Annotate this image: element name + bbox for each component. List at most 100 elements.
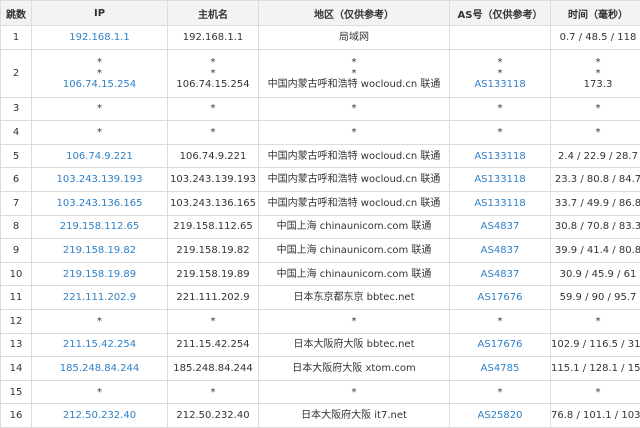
- table-row: 4 * * * * *: [1, 121, 640, 145]
- asn-line: *: [450, 68, 550, 79]
- ip-link[interactable]: 106.74.9.221: [66, 151, 133, 162]
- asn-link[interactable]: AS4837: [481, 269, 520, 280]
- location-cell: 日本东京都东京 bbtec.net: [259, 286, 450, 310]
- table-row: 7 103.243.136.165 103.243.136.165 中国内蒙古呼…: [1, 191, 640, 215]
- hop-number: 8: [1, 215, 32, 239]
- ip-cell: 106.74.9.221: [32, 144, 168, 168]
- asn-link[interactable]: AS4785: [481, 363, 520, 374]
- ip-cell: 219.158.112.65: [32, 215, 168, 239]
- hostname-cell: *: [168, 121, 259, 145]
- ip-link[interactable]: 103.243.136.165: [57, 198, 143, 209]
- time-cell: 76.8 / 101.1 / 103.9: [551, 404, 640, 428]
- hop-number: 3: [1, 97, 32, 121]
- asn-link[interactable]: AS133118: [474, 79, 525, 90]
- asn-link[interactable]: AS133118: [474, 151, 525, 162]
- location-cell: 日本大阪府大阪 it7.net: [259, 404, 450, 428]
- ip-link[interactable]: 106.74.15.254: [63, 79, 136, 90]
- hostname-cell: *: [168, 97, 259, 121]
- location-cell: 中国内蒙古呼和浩特 wocloud.cn 联通: [259, 144, 450, 168]
- time-cell: 0.7 / 48.5 / 118: [551, 26, 640, 50]
- ip-link[interactable]: 211.15.42.254: [63, 339, 136, 350]
- table-header-row: 跳数 IP 主机名 地区（仅供参考） AS号（仅供参考） 时间（毫秒）: [1, 1, 640, 26]
- ip-link[interactable]: 192.168.1.1: [69, 32, 129, 43]
- location-cell: * * 中国内蒙古呼和浩特 wocloud.cn 联通: [259, 49, 450, 97]
- time-line: 173.3: [551, 79, 640, 90]
- ip-link[interactable]: 212.50.232.40: [63, 410, 136, 421]
- ip-cell: 219.158.19.82: [32, 239, 168, 263]
- ip-link[interactable]: 219.158.19.89: [63, 269, 136, 280]
- ip-cell: 219.158.19.89: [32, 262, 168, 286]
- ip-timeout: *: [32, 57, 167, 68]
- hostname-cell: 103.243.139.193: [168, 168, 259, 192]
- asn-cell: AS133118: [450, 191, 551, 215]
- hop-number: 14: [1, 357, 32, 381]
- ip-cell: 192.168.1.1: [32, 26, 168, 50]
- asn-cell: *: [450, 380, 551, 404]
- ip-link[interactable]: 219.158.112.65: [60, 221, 140, 232]
- table-row: 9 219.158.19.82 219.158.19.82 中国上海 china…: [1, 239, 640, 263]
- location-cell: 中国上海 chinaunicom.com 联通: [259, 262, 450, 286]
- time-cell: *: [551, 380, 640, 404]
- time-cell: 115.1 / 128.1 / 156.9: [551, 357, 640, 381]
- asn-link[interactable]: AS4837: [481, 221, 520, 232]
- hop-number: 1: [1, 26, 32, 50]
- asn-link[interactable]: AS4837: [481, 245, 520, 256]
- location-cell: 日本大阪府大阪 bbtec.net: [259, 333, 450, 357]
- time-cell: *: [551, 97, 640, 121]
- hop-number: 10: [1, 262, 32, 286]
- time-line: *: [551, 68, 640, 79]
- hop-number: 11: [1, 286, 32, 310]
- ip-cell: *: [32, 380, 168, 404]
- table-row: 12 * * * * *: [1, 309, 640, 333]
- ip-link[interactable]: 221.111.202.9: [63, 292, 136, 303]
- asn-link[interactable]: AS25820: [478, 410, 523, 421]
- location-cell: 日本大阪府大阪 xtom.com: [259, 357, 450, 381]
- asn-cell: AS4837: [450, 262, 551, 286]
- header-ip: IP: [32, 1, 168, 26]
- header-asn: AS号（仅供参考）: [450, 1, 551, 26]
- ip-link[interactable]: 103.243.139.193: [57, 174, 143, 185]
- table-row: 6 103.243.139.193 103.243.139.193 中国内蒙古呼…: [1, 168, 640, 192]
- hostname-line: *: [168, 57, 258, 68]
- asn-cell: AS4785: [450, 357, 551, 381]
- asn-cell: *: [450, 97, 551, 121]
- asn-link[interactable]: AS17676: [478, 339, 523, 350]
- location-line: *: [259, 68, 449, 79]
- ip-cell: 103.243.139.193: [32, 168, 168, 192]
- ip-cell: 185.248.84.244: [32, 357, 168, 381]
- asn-cell: [450, 26, 551, 50]
- ip-timeout: *: [32, 68, 167, 79]
- table-row: 1 192.168.1.1 192.168.1.1 局域网 0.7 / 48.5…: [1, 26, 640, 50]
- hostname-line: 106.74.15.254: [168, 79, 258, 90]
- hostname-cell: * * 106.74.15.254: [168, 49, 259, 97]
- asn-link[interactable]: AS17676: [478, 292, 523, 303]
- table-row: 10 219.158.19.89 219.158.19.89 中国上海 chin…: [1, 262, 640, 286]
- time-cell: 39.9 / 41.4 / 80.8: [551, 239, 640, 263]
- table-row: 3 * * * * *: [1, 97, 640, 121]
- hostname-cell: 219.158.19.82: [168, 239, 259, 263]
- location-cell: 局域网: [259, 26, 450, 50]
- hostname-cell: *: [168, 380, 259, 404]
- asn-link[interactable]: AS133118: [474, 174, 525, 185]
- ip-link[interactable]: 219.158.19.82: [63, 245, 136, 256]
- hop-number: 5: [1, 144, 32, 168]
- asn-link[interactable]: AS133118: [474, 198, 525, 209]
- hostname-cell: 103.243.136.165: [168, 191, 259, 215]
- time-cell: 102.9 / 116.5 / 319.2: [551, 333, 640, 357]
- table-row: 11 221.111.202.9 221.111.202.9 日本东京都东京 b…: [1, 286, 640, 310]
- ip-cell: 211.15.42.254: [32, 333, 168, 357]
- ip-cell: 221.111.202.9: [32, 286, 168, 310]
- asn-cell: *: [450, 309, 551, 333]
- hostname-cell: 219.158.112.65: [168, 215, 259, 239]
- time-cell: * * 173.3: [551, 49, 640, 97]
- asn-cell: *: [450, 121, 551, 145]
- location-cell: *: [259, 309, 450, 333]
- table-row: 2 * * 106.74.15.254 * * 106.74.15.254 * …: [1, 49, 640, 97]
- traceroute-table: 跳数 IP 主机名 地区（仅供参考） AS号（仅供参考） 时间（毫秒） 1 19…: [0, 0, 640, 428]
- time-cell: 33.7 / 49.9 / 86.8: [551, 191, 640, 215]
- ip-link[interactable]: 185.248.84.244: [60, 363, 140, 374]
- ip-cell: *: [32, 97, 168, 121]
- ip-cell: *: [32, 309, 168, 333]
- header-hostname: 主机名: [168, 1, 259, 26]
- hop-number: 16: [1, 404, 32, 428]
